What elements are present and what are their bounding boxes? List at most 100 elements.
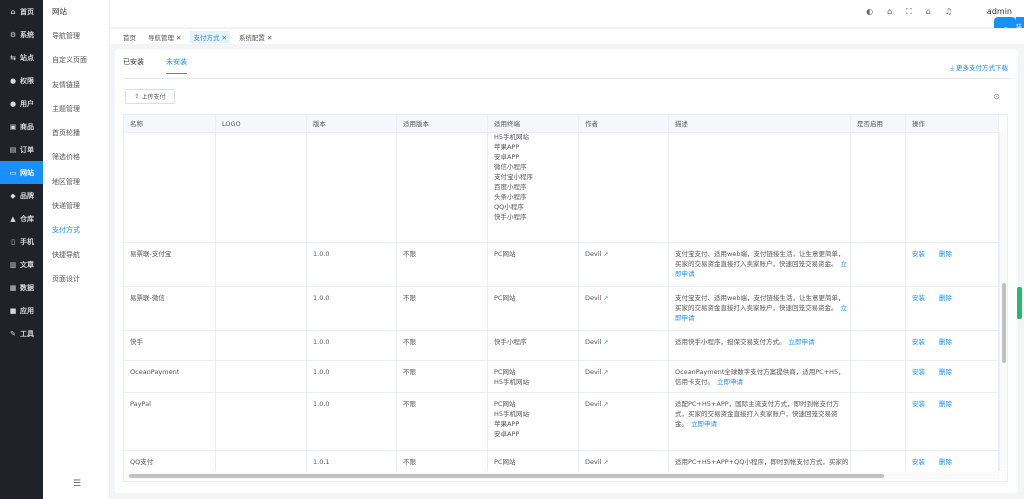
external-link-icon: ↗ <box>603 251 609 258</box>
author-link[interactable]: Devil ↗ <box>585 250 609 258</box>
nav1-item[interactable]: ▤ 订单 <box>0 138 43 161</box>
nav1-item[interactable]: ● 权限 <box>0 69 43 92</box>
author-link[interactable]: Devil ↗ <box>585 400 609 408</box>
terminal-item: 快手小程序 <box>494 338 527 346</box>
nav1-item[interactable]: ◆ 品牌 <box>0 184 43 207</box>
delete-button[interactable]: 删除 <box>939 458 952 466</box>
bell-icon[interactable]: ♫ <box>945 7 952 17</box>
nav2-item[interactable]: 支付方式 <box>43 218 109 242</box>
table-cell <box>851 331 906 360</box>
nav2-item[interactable]: 自定义页面 <box>43 48 109 72</box>
home-icon[interactable]: ⌂ <box>926 7 931 17</box>
delete-button[interactable]: 删除 <box>939 338 952 346</box>
install-button[interactable]: 安装 <box>912 400 925 408</box>
page-tag[interactable]: 系统配置 ✕ <box>236 31 275 43</box>
user-menu[interactable]: admin <box>987 7 1012 16</box>
upload-payment-button[interactable]: ⇪ 上传支付 <box>125 89 175 104</box>
nav1-item[interactable]: ⌂ 首页 <box>0 0 43 23</box>
author-link[interactable]: Devil ↗ <box>585 338 609 346</box>
nav1-item[interactable]: ▥ 文章 <box>0 253 43 276</box>
nav2-item[interactable]: 快捷导航 <box>43 243 109 267</box>
close-icon[interactable]: ✕ <box>176 34 181 42</box>
install-button[interactable]: 安装 <box>912 294 925 302</box>
table-cell: 1.0.0 <box>307 331 397 360</box>
terminal-item: PC网站 <box>494 294 516 302</box>
nav1-item[interactable]: ⚙ 系统 <box>0 23 43 46</box>
table-cell: Devil↗ <box>579 331 669 360</box>
side-indicator <box>1017 287 1022 319</box>
apply-now-link[interactable]: 立即申请 <box>691 420 717 428</box>
nav2-item[interactable]: 快递管理 <box>43 194 109 218</box>
vertical-scrollbar[interactable] <box>999 133 1007 471</box>
page-tag[interactable]: 支付方式 ✕ <box>190 30 230 43</box>
nav2-item[interactable]: 页面设计 <box>43 267 109 291</box>
nav1-item[interactable]: ▦ 数据 <box>0 276 43 299</box>
terminal-item: 安卓APP <box>494 430 520 438</box>
table-cell: OceanPayment <box>124 361 216 392</box>
fullscreen-icon[interactable]: ⛶ <box>906 7 912 17</box>
author-link[interactable]: Devil ↗ <box>585 458 609 466</box>
payment-name: PayPal <box>130 400 151 408</box>
nav1-item[interactable]: ▯ 手机 <box>0 230 43 253</box>
nav2-item[interactable]: 导航管理 <box>43 24 109 48</box>
table-row: OceanPayment 1.0.0 不限 PC网站 H5手机网站 Devil ↗ Ocean… <box>124 361 999 393</box>
secondary-sidebar-title: 网站 <box>52 7 67 16</box>
tags-bar: 首页 导航管理 ✕ 支付方式 ✕ 系统配置 ✕ <box>110 28 1024 44</box>
delete-button[interactable]: 删除 <box>939 400 952 408</box>
nav2-item[interactable]: 首页轮播 <box>43 121 109 145</box>
apply-now-link[interactable]: 立即申请 <box>717 378 743 386</box>
install-button[interactable]: 安装 <box>912 458 925 466</box>
install-button[interactable]: 安装 <box>912 250 925 258</box>
author-link[interactable]: Devil ↗ <box>585 294 609 302</box>
table-cell <box>216 133 307 242</box>
nav2-item[interactable]: 地区管理 <box>43 170 109 194</box>
nav2-item[interactable]: 筛选价格 <box>43 145 109 169</box>
nav1-item[interactable]: ▣ 商品 <box>0 115 43 138</box>
nav-icon: ▣ <box>9 122 17 131</box>
page-tag[interactable]: 首页 <box>120 31 139 43</box>
table-cell: 不限 <box>397 243 488 286</box>
table-cell: PC网站 <box>488 243 579 286</box>
close-icon[interactable]: ✕ <box>221 34 226 42</box>
nav2-item[interactable]: 友情链接 <box>43 73 109 97</box>
table-cell: OceanPayment全球数字支付方案提供商，适用PC+H5，信用卡支付。 立即… <box>669 361 851 392</box>
table-cell: 不限 <box>397 331 488 360</box>
nav1-item[interactable]: ▭ 网站 <box>0 161 43 184</box>
subtab[interactable]: 未安装 <box>166 57 187 74</box>
nav1-item[interactable]: ■ 应用 <box>0 299 43 322</box>
author-name: Devil <box>585 250 602 258</box>
terminal-item: QQ小程序 <box>494 203 524 211</box>
install-button[interactable]: 安装 <box>912 338 925 346</box>
install-button[interactable]: 安装 <box>912 368 925 376</box>
main-card: 已安装 未安装 ⤓ 更多支付方式下载 ⇪ 上传支付 ⊙ 名称 LOGO 版本 适用版本适… <box>115 49 1018 493</box>
close-icon[interactable]: ✕ <box>267 34 272 42</box>
table-cell: PC网站 H5手机网站 <box>488 361 579 392</box>
subtab[interactable]: 已安装 <box>123 57 144 74</box>
table-cell: 1.0.0 <box>307 361 397 392</box>
table-cell: 安装 删除 <box>906 451 999 471</box>
page-tag[interactable]: 导航管理 ✕ <box>145 31 184 43</box>
author-link[interactable]: Devil ↗ <box>585 368 609 376</box>
horizontal-scrollbar[interactable] <box>124 472 999 479</box>
delete-button[interactable]: 删除 <box>939 368 952 376</box>
table-cell: 支付宝支付、适用web端，支付链接生活，让生意更简单，买家的交易资金直接打入卖家… <box>669 243 851 286</box>
nav2-item[interactable]: 主题管理 <box>43 97 109 121</box>
nav1-item[interactable]: ▲ 仓库 <box>0 207 43 230</box>
nav1-item-label: 权限 <box>20 76 34 85</box>
delete-button[interactable]: 删除 <box>939 250 952 258</box>
more-payment-download-link[interactable]: ⤓ 更多支付方式下载 <box>951 62 1008 73</box>
delete-button[interactable]: 删除 <box>939 294 952 302</box>
nav1-item[interactable]: ● 用户 <box>0 92 43 115</box>
collapse-menu-icon[interactable]: ☰ <box>73 479 81 489</box>
refresh-icon[interactable]: ⊙ <box>993 92 1000 101</box>
table-cell: 安装 删除 <box>906 361 999 392</box>
terminal-item: 苹果APP <box>494 143 520 151</box>
home-building-icon[interactable]: ⌂ <box>887 7 892 17</box>
theme-icon[interactable]: ◐ <box>866 7 873 17</box>
table-cell: 不限 <box>397 133 488 242</box>
apply-now-link[interactable]: 立即申请 <box>789 338 815 346</box>
nav1-item[interactable]: ⇆ 站点 <box>0 46 43 69</box>
nav1-item[interactable]: ✎ 工具 <box>0 322 43 345</box>
table-cell: 1.0.0 <box>307 287 397 330</box>
external-link-icon: ↗ <box>603 369 609 376</box>
